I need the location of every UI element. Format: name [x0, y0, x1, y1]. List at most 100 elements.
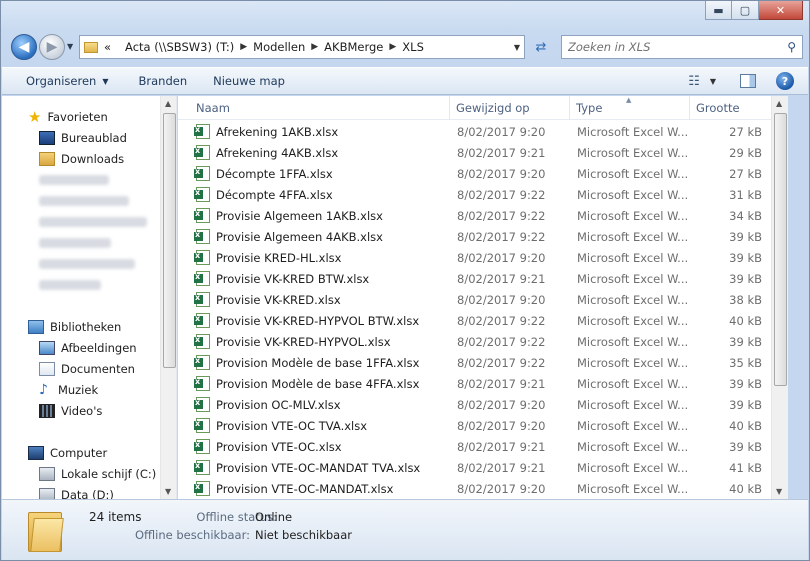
- sidebar-label: Data (D:): [61, 488, 114, 499]
- table-row[interactable]: Provisie VK-KRED.xlsx 8/02/2017 9:20 Mic…: [178, 289, 788, 310]
- table-row[interactable]: Provision VTE-OC.xlsx 8/02/2017 9:21 Mic…: [178, 436, 788, 457]
- file-list-scroll-thumb[interactable]: [774, 113, 787, 386]
- caption-buttons: ▬ ▢ ✕: [705, 1, 803, 20]
- sidebar-item-blurred[interactable]: [39, 233, 111, 253]
- sidebar-item-pictures[interactable]: Afbeeldingen: [39, 338, 137, 358]
- sidebar-scrollbar[interactable]: ▲ ▼: [160, 96, 176, 499]
- sidebar-scroll-thumb[interactable]: [163, 113, 176, 368]
- back-button[interactable]: ◀: [11, 34, 37, 60]
- file-name: Provisie Algemeen 1AKB.xlsx: [216, 208, 383, 223]
- file-name: Décompte 4FFA.xlsx: [216, 187, 333, 202]
- scroll-down-icon[interactable]: ▼: [776, 487, 782, 496]
- help-icon[interactable]: ?: [776, 72, 794, 90]
- breadcrumb-item-xls[interactable]: XLS: [402, 40, 424, 54]
- burn-button[interactable]: Branden: [120, 68, 199, 94]
- breadcrumb-overflow[interactable]: «: [104, 40, 111, 54]
- star-icon: ★: [28, 108, 42, 126]
- file-type: Microsoft Excel W...: [577, 124, 689, 139]
- scroll-up-icon[interactable]: ▲: [165, 99, 171, 108]
- table-row[interactable]: Provision Modèle de base 1FFA.xlsx 8/02/…: [178, 352, 788, 373]
- table-row[interactable]: Décompte 4FFA.xlsx 8/02/2017 9:22 Micros…: [178, 184, 788, 205]
- table-row[interactable]: Provisie VK-KRED BTW.xlsx 8/02/2017 9:21…: [178, 268, 788, 289]
- excel-file-icon: [194, 397, 210, 412]
- sidebar-item-favorites[interactable]: ★ Favorieten: [28, 107, 108, 127]
- blurred-entry: [39, 196, 129, 206]
- sidebar-item-blurred[interactable]: [39, 275, 101, 295]
- column-header-size[interactable]: Grootte: [690, 96, 770, 120]
- preview-pane-icon[interactable]: [740, 74, 756, 88]
- table-row[interactable]: Provision OC-MLV.xlsx 8/02/2017 9:20 Mic…: [178, 394, 788, 415]
- breadcrumb-separator-icon[interactable]: ▶: [311, 42, 318, 52]
- maximize-button[interactable]: ▢: [732, 1, 759, 20]
- table-row[interactable]: Provisie VK-KRED-HYPVOL.xlsx 8/02/2017 9…: [178, 331, 788, 352]
- address-history-chevron-icon[interactable]: ▼: [514, 43, 520, 52]
- excel-file-icon: [194, 355, 210, 370]
- file-size: 41 kB: [729, 460, 762, 475]
- sidebar-label: Downloads: [61, 152, 125, 166]
- search-icon[interactable]: ⚲: [787, 40, 796, 54]
- scroll-down-icon[interactable]: ▼: [165, 487, 171, 496]
- refresh-icon: ⇄: [535, 39, 547, 55]
- file-size: 39 kB: [729, 229, 762, 244]
- organize-button[interactable]: Organiseren ▼: [2, 68, 120, 94]
- refresh-button[interactable]: ⇄: [529, 35, 553, 59]
- breadcrumb-separator-icon[interactable]: ▶: [389, 42, 396, 52]
- sidebar-item-computer[interactable]: Computer: [28, 443, 107, 463]
- navigation-pane: ★ Favorieten Bureaublad Downloads Biblio…: [2, 96, 177, 499]
- breadcrumb-item-modellen[interactable]: Modellen: [253, 40, 305, 54]
- sidebar-item-downloads[interactable]: Downloads: [39, 149, 124, 169]
- table-row[interactable]: Provision Modèle de base 4FFA.xlsx 8/02/…: [178, 373, 788, 394]
- sidebar-item-desktop[interactable]: Bureaublad: [39, 128, 127, 148]
- search-box[interactable]: ⚲: [561, 35, 803, 59]
- scroll-up-icon[interactable]: ▲: [776, 99, 782, 108]
- table-row[interactable]: Provisie VK-KRED-HYPVOL BTW.xlsx 8/02/20…: [178, 310, 788, 331]
- breadcrumb-item-akbmerge[interactable]: AKBMerge: [324, 40, 383, 54]
- recent-pages-chevron-icon[interactable]: ▼: [67, 42, 73, 51]
- column-header-name[interactable]: Naam: [190, 96, 450, 120]
- downloads-folder-icon: [39, 152, 55, 166]
- sidebar-item-videos[interactable]: Video's: [39, 401, 102, 421]
- sidebar-item-libraries[interactable]: Bibliotheken: [28, 317, 121, 337]
- file-date: 8/02/2017 9:22: [457, 208, 546, 223]
- sidebar-item-drive-d[interactable]: Data (D:): [39, 485, 114, 499]
- offline-status-value: Online: [255, 510, 293, 524]
- file-list-scrollbar[interactable]: ▲ ▼: [771, 96, 788, 499]
- table-row[interactable]: Provision VTE-OC-MANDAT.xlsx 8/02/2017 9…: [178, 478, 788, 499]
- file-date: 8/02/2017 9:22: [457, 334, 546, 349]
- search-input[interactable]: [568, 40, 768, 54]
- blurred-entry: [39, 259, 135, 269]
- table-row[interactable]: Provisie KRED-HL.xlsx 8/02/2017 9:20 Mic…: [178, 247, 788, 268]
- minimize-button[interactable]: ▬: [705, 1, 732, 20]
- table-row[interactable]: Provisie Algemeen 4AKB.xlsx 8/02/2017 9:…: [178, 226, 788, 247]
- breadcrumb-item-drive[interactable]: Acta (\\SBSW3) (T:): [125, 40, 234, 54]
- column-header-modified[interactable]: Gewijzigd op: [450, 96, 570, 120]
- table-row[interactable]: Afrekening 4AKB.xlsx 8/02/2017 9:21 Micr…: [178, 142, 788, 163]
- sidebar-item-documents[interactable]: Documenten: [39, 359, 135, 379]
- table-row[interactable]: Provision VTE-OC TVA.xlsx 8/02/2017 9:20…: [178, 415, 788, 436]
- new-folder-button[interactable]: Nieuwe map: [199, 68, 297, 94]
- minimize-icon: ▬: [713, 3, 724, 17]
- sidebar-item-blurred[interactable]: [39, 212, 147, 232]
- table-row[interactable]: Afrekening 1AKB.xlsx 8/02/2017 9:20 Micr…: [178, 121, 788, 142]
- file-date: 8/02/2017 9:22: [457, 229, 546, 244]
- sidebar-item-blurred[interactable]: [39, 254, 135, 274]
- table-row[interactable]: Provision VTE-OC-MANDAT TVA.xlsx 8/02/20…: [178, 457, 788, 478]
- sidebar-item-blurred[interactable]: [39, 170, 109, 190]
- sidebar-label: Computer: [50, 446, 108, 460]
- blurred-entry: [39, 238, 111, 248]
- table-row[interactable]: Décompte 1FFA.xlsx 8/02/2017 9:20 Micros…: [178, 163, 788, 184]
- breadcrumb-separator-icon[interactable]: ▶: [240, 42, 247, 52]
- organize-label: Organiseren: [26, 74, 97, 88]
- sidebar-item-music[interactable]: ♪ Muziek: [39, 380, 98, 400]
- close-button[interactable]: ✕: [759, 1, 803, 20]
- file-size: 39 kB: [729, 334, 762, 349]
- file-date: 8/02/2017 9:21: [457, 376, 546, 391]
- sidebar-item-drive-c[interactable]: Lokale schijf (C:): [39, 464, 156, 484]
- view-options-icon[interactable]: ☷: [688, 74, 700, 89]
- forward-button[interactable]: ▶: [39, 34, 65, 60]
- table-row[interactable]: Provisie Algemeen 1AKB.xlsx 8/02/2017 9:…: [178, 205, 788, 226]
- address-bar[interactable]: « Acta (\\SBSW3) (T:) ▶ Modellen ▶ AKBMe…: [79, 35, 525, 59]
- details-pane: 24 items Offline status: Online Offline …: [2, 499, 808, 560]
- view-chevron-down-icon[interactable]: ▼: [710, 77, 716, 86]
- sidebar-item-blurred[interactable]: [39, 191, 129, 211]
